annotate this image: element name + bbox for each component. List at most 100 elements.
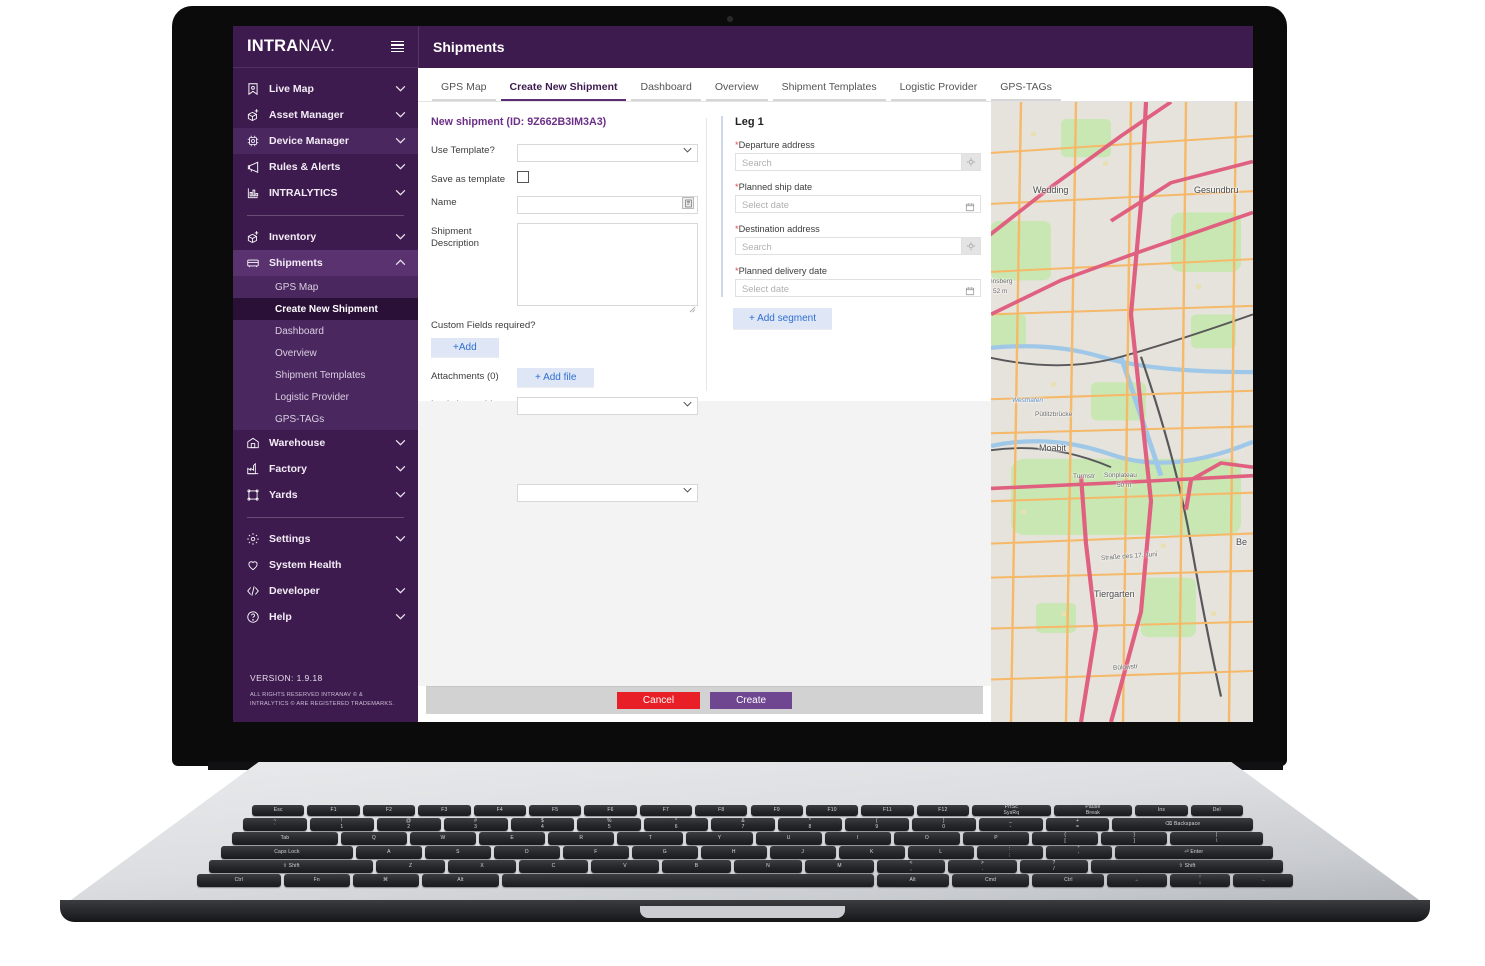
tab-label: Logistic Provider xyxy=(899,81,978,93)
sidebar-subitem-logistic-provider[interactable]: Logistic Provider xyxy=(233,386,418,408)
cancel-button[interactable]: Cancel xyxy=(616,692,701,709)
custom-fields-label: Custom Fields required? xyxy=(431,319,536,331)
sidebar-item-developer[interactable]: Developer xyxy=(233,578,418,604)
add-file-button[interactable]: + Add file xyxy=(517,367,595,387)
sidebar-subitem-shipment-templates[interactable]: Shipment Templates xyxy=(233,364,418,386)
factory-icon xyxy=(245,462,260,477)
sidebar-item-shipments[interactable]: Shipments xyxy=(233,250,418,276)
use-template-label: Use Template? xyxy=(431,145,495,156)
tab-label: Create New Shipment xyxy=(509,81,618,93)
sidebar-item-device-manager[interactable]: Device Manager xyxy=(233,128,418,154)
map-label-sonplateau-elev: 50 m xyxy=(1117,482,1132,489)
tab-label: Overview xyxy=(714,81,759,93)
tab-overview[interactable]: Overview xyxy=(705,81,768,101)
sidebar-item-label: Help xyxy=(269,611,292,623)
leg-title: Leg 1 xyxy=(735,116,764,128)
sidebar-item-system-health[interactable]: System Health xyxy=(233,552,418,578)
crosshair-icon[interactable] xyxy=(962,153,981,171)
name-input[interactable] xyxy=(517,195,698,214)
sidebar-subitem-dashboard[interactable]: Dashboard xyxy=(233,320,418,342)
map-label-humboldthain-elev: 52 m xyxy=(993,288,1008,295)
planned-delivery-date-label: *Planned delivery date xyxy=(735,266,981,276)
sidebar-item-inventory[interactable]: Inventory xyxy=(233,224,418,250)
sidebar-item-factory[interactable]: Factory xyxy=(233,456,418,482)
sidebar-nav: Live Map Asset Manager Device Manager Ru… xyxy=(233,68,418,630)
sidebar-item-label: Developer xyxy=(269,585,320,597)
add-segment-button[interactable]: + Add segment xyxy=(733,308,832,329)
attachments-label: Attachments (0) xyxy=(431,370,499,382)
leg-field-planned-ship-date: *Planned ship date xyxy=(735,182,981,213)
code-icon xyxy=(245,584,260,599)
sidebar-item-rules-and-alerts[interactable]: Rules & Alerts xyxy=(233,154,418,180)
use-template-select[interactable] xyxy=(517,143,698,162)
sidebar-item-label: Inventory xyxy=(269,231,317,243)
chevron-down-icon xyxy=(395,489,406,501)
sidebar-item-asset-manager[interactable]: Asset Manager xyxy=(233,102,418,128)
departure-address-input[interactable] xyxy=(735,153,962,171)
tab-logistic-provider[interactable]: Logistic Provider xyxy=(890,81,987,101)
tab-dashboard[interactable]: Dashboard xyxy=(631,81,701,101)
device-chip-icon xyxy=(245,134,260,149)
heart-icon xyxy=(245,558,260,573)
sidebar-subitem-gps-map[interactable]: GPS Map xyxy=(233,276,418,298)
template-picker-icon[interactable] xyxy=(682,197,694,210)
departure-address-label: *Departure address xyxy=(735,140,981,150)
tab-label: GPS-TAGs xyxy=(1000,81,1052,93)
field-description: Shipment Description xyxy=(431,222,698,313)
leg-field-planned-delivery-date: *Planned delivery date xyxy=(735,266,981,297)
tab-shipment-templates[interactable]: Shipment Templates xyxy=(772,81,886,101)
asset-device-select[interactable] xyxy=(517,483,698,502)
sidebar-subitem-gps-tags[interactable]: GPS-TAGs xyxy=(233,408,418,430)
laptop-screen: INTRANAV. Live Map Asset Manager Device … xyxy=(233,26,1253,722)
shipment-form: New shipment (ID: 9Z662B3IM3A3) Use Temp… xyxy=(418,102,991,722)
sidebar-item-label: Shipments xyxy=(269,257,323,269)
add-custom-field-button[interactable]: +Add xyxy=(431,337,499,357)
laptop-base xyxy=(60,762,1430,908)
planned-delivery-date-input[interactable] xyxy=(735,279,981,297)
sidebar-item-yards[interactable]: Yards xyxy=(233,482,418,508)
tab-label: Shipment Templates xyxy=(781,81,877,93)
planned-ship-date-input[interactable] xyxy=(735,195,981,213)
label-text: Planned delivery date xyxy=(738,266,827,276)
description-textarea[interactable] xyxy=(517,222,698,306)
chevron-down-icon xyxy=(395,231,406,243)
megaphone-icon xyxy=(245,160,260,175)
trackpad-edge xyxy=(568,876,920,880)
tab-gps-map[interactable]: GPS Map xyxy=(432,81,496,101)
destination-address-input[interactable] xyxy=(735,237,962,255)
sidebar-item-settings[interactable]: Settings xyxy=(233,526,418,552)
hamburger-icon[interactable] xyxy=(391,40,404,53)
map-label-wedding: Wedding xyxy=(1033,185,1069,195)
save-as-template-label: Save as template xyxy=(431,173,506,185)
form-column-divider xyxy=(706,118,707,391)
chevron-down-icon xyxy=(395,585,406,597)
sidebar-item-live-map[interactable]: Live Map xyxy=(233,76,418,102)
tab-gps-tags[interactable]: GPS-TAGs xyxy=(991,81,1061,101)
crosshair-icon[interactable] xyxy=(962,237,981,255)
sidebar-item-warehouse[interactable]: Warehouse xyxy=(233,430,418,456)
app-logo: INTRANAV. xyxy=(247,37,335,56)
content-row: New shipment (ID: 9Z662B3IM3A3) Use Temp… xyxy=(418,102,1253,722)
sidebar-item-intralytics[interactable]: INTRALYTICS xyxy=(233,180,418,206)
tab-create-new-shipment[interactable]: Create New Shipment xyxy=(500,81,627,101)
sidebar-item-label: INTRALYTICS xyxy=(269,187,338,199)
map-panel[interactable]: Wedding Gesundbru Moabit Tiergarten Schö… xyxy=(991,102,1253,722)
sidebar-item-help[interactable]: Help xyxy=(233,604,418,630)
logo-part-3: . xyxy=(330,37,336,55)
osm-map-canvas xyxy=(991,102,1253,722)
warehouse-icon xyxy=(245,436,260,451)
webcam-icon xyxy=(726,16,733,22)
subitem-label: Logistic Provider xyxy=(275,391,349,403)
sidebar-subitem-overview[interactable]: Overview xyxy=(233,342,418,364)
sidebar-footer: VERSION: 1.9.18 ALL RIGHTS RESERVED INTR… xyxy=(233,673,418,722)
tab-label: Dashboard xyxy=(640,81,692,93)
save-as-template-checkbox[interactable] xyxy=(517,170,529,183)
sidebar-item-label: Live Map xyxy=(269,83,314,95)
leg-field-destination-address: *Destination address xyxy=(735,224,981,255)
logistic-provider-select[interactable] xyxy=(517,397,698,416)
create-button[interactable]: Create xyxy=(710,692,793,709)
description-label: Shipment Description xyxy=(431,225,479,249)
form-left-column: New shipment (ID: 9Z662B3IM3A3) Use Temp… xyxy=(418,116,698,596)
sidebar-subitem-create-new-shipment[interactable]: Create New Shipment xyxy=(233,298,418,320)
chevron-down-icon xyxy=(395,187,406,199)
